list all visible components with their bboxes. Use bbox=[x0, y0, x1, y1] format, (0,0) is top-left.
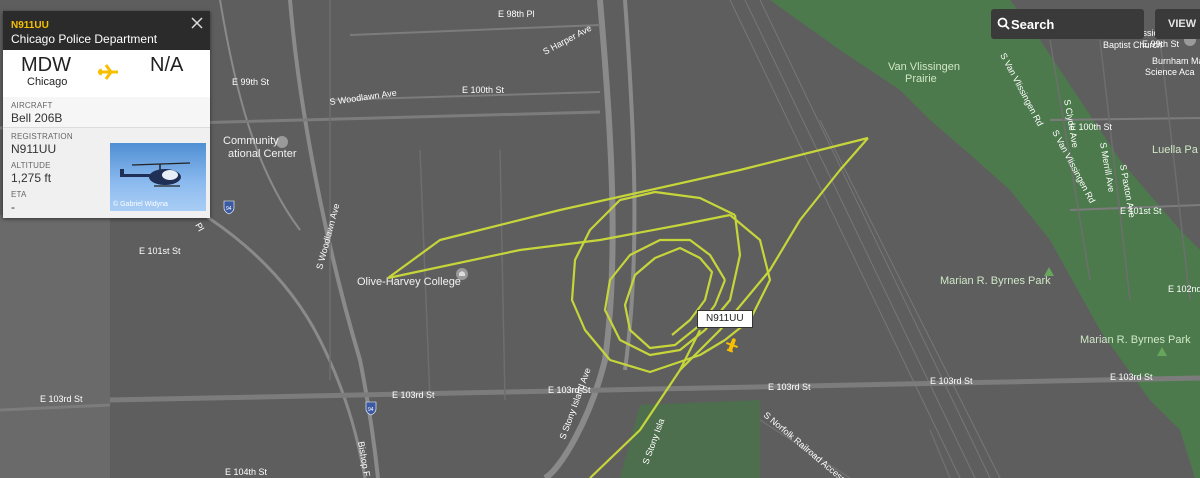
aircraft-label: AIRCRAFT bbox=[11, 101, 53, 110]
eta-value: - bbox=[11, 200, 15, 214]
street-label: E 103rd St bbox=[768, 382, 811, 392]
svg-text:Community: Community bbox=[223, 135, 279, 147]
park-label: Van Vlissingen bbox=[888, 61, 960, 73]
poi-label: Baptist Church bbox=[1103, 40, 1162, 50]
origin-city: Chicago bbox=[27, 76, 68, 88]
street-label: E 103rd St bbox=[392, 390, 435, 400]
poi-label: Science Aca bbox=[1145, 67, 1195, 77]
svg-text:ational Center: ational Center bbox=[228, 148, 297, 160]
operator-name: Chicago Police Department bbox=[11, 32, 158, 46]
street-label: E 98th Pl bbox=[498, 9, 535, 19]
route-section: MDW Chicago N/A bbox=[3, 50, 210, 98]
aircraft-value: Bell 206B bbox=[11, 111, 63, 125]
community-center-poi[interactable]: Community ational Center bbox=[223, 135, 297, 160]
street-label: E 102nd bbox=[1168, 284, 1200, 294]
search-icon bbox=[997, 17, 1010, 30]
view-button[interactable]: VIEW bbox=[1155, 9, 1200, 39]
park-label: Prairie bbox=[905, 73, 937, 85]
registration-label: REGISTRATION bbox=[11, 132, 73, 141]
eta-label: ETA bbox=[11, 190, 27, 199]
park-area-south bbox=[620, 400, 760, 478]
altitude-label: ALTITUDE bbox=[11, 161, 51, 170]
svg-text:Marian R. Byrnes Park: Marian R. Byrnes Park bbox=[940, 275, 1051, 287]
svg-text:94: 94 bbox=[368, 407, 374, 413]
search-button[interactable]: Search bbox=[991, 9, 1144, 39]
close-icon[interactable] bbox=[188, 14, 206, 32]
interstate-shield-icon: 94 bbox=[223, 200, 235, 215]
poi-label: Burnham Mat bbox=[1152, 56, 1200, 66]
aircraft-section: AIRCRAFT Bell 206B bbox=[3, 97, 210, 128]
callsign: N911UU bbox=[11, 20, 49, 31]
plane-icon bbox=[92, 56, 124, 88]
svg-text:Olive-Harvey College: Olive-Harvey College bbox=[357, 276, 461, 288]
svg-text:Marian R. Byrnes Park: Marian R. Byrnes Park bbox=[1080, 334, 1191, 346]
altitude-value: 1,275 ft bbox=[11, 171, 52, 185]
aircraft-photo[interactable]: © Gabriel Widyna bbox=[110, 143, 206, 211]
aircraft-callsign-tag[interactable]: N911UU bbox=[697, 310, 753, 328]
park-label: Luella Pa bbox=[1152, 144, 1199, 156]
flight-info-panel: N911UU Chicago Police Department MDW Chi… bbox=[3, 11, 210, 218]
street-label: E 101st St bbox=[139, 246, 181, 256]
registration-value: N911UU bbox=[11, 142, 57, 156]
street-label: E 103rd St bbox=[40, 394, 83, 404]
street-label: E 100th St bbox=[462, 85, 505, 95]
destination-code: N/A bbox=[150, 54, 184, 76]
search-label: Search bbox=[1011, 17, 1055, 32]
street-label: E 99th St bbox=[232, 77, 270, 87]
interstate-shield-icon: 94 bbox=[365, 401, 377, 416]
street-label: E 104th St bbox=[225, 467, 268, 477]
origin-code: MDW bbox=[21, 54, 71, 76]
street-label: E 103rd St bbox=[930, 376, 973, 386]
photo-credit: © Gabriel Widyna bbox=[113, 201, 168, 208]
view-label: VIEW bbox=[1168, 18, 1197, 30]
street-label: E 103rd St bbox=[1110, 372, 1153, 382]
panel-header: N911UU Chicago Police Department bbox=[3, 11, 210, 50]
svg-text:94: 94 bbox=[226, 206, 232, 212]
